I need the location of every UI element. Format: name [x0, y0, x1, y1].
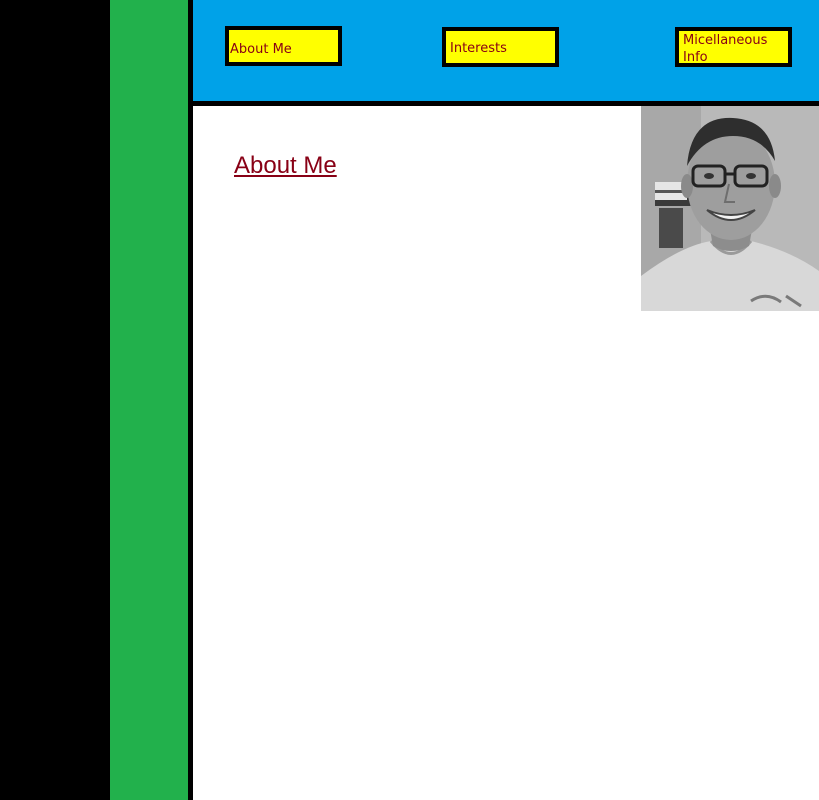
green-sidebar — [110, 0, 188, 800]
left-black-column — [0, 0, 110, 800]
nav-about-me-button[interactable]: About Me — [225, 26, 342, 66]
nav-miscellaneous-info-button[interactable]: Micellaneous Info — [675, 27, 792, 67]
sidebar-divider — [188, 0, 193, 800]
page-heading: About Me — [234, 152, 337, 179]
profile-photo — [641, 106, 819, 311]
nav-interests-button[interactable]: Interests — [442, 27, 559, 67]
